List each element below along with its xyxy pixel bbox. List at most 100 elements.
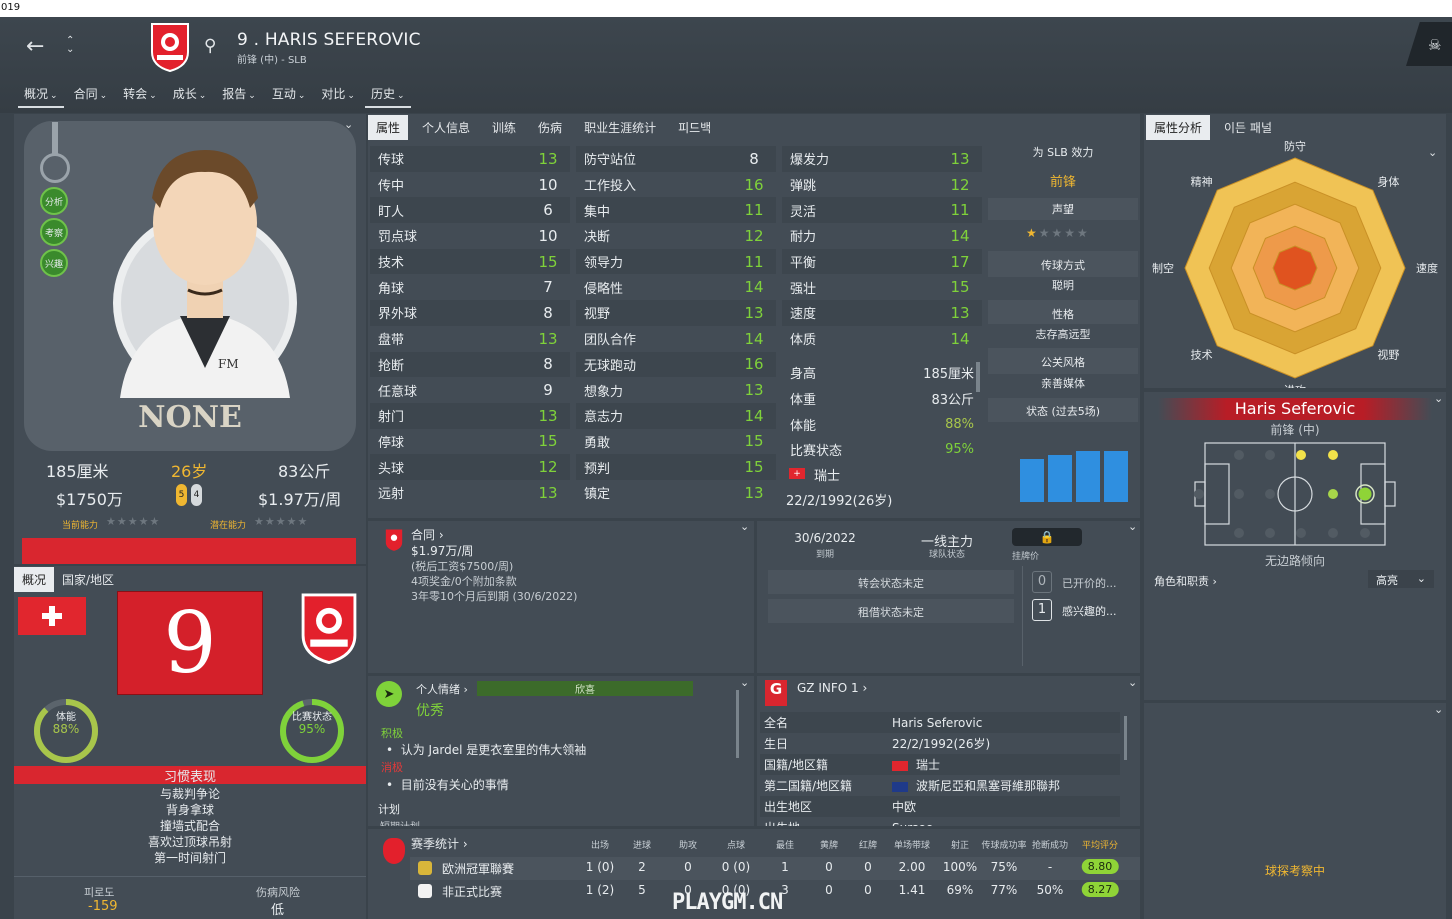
attribute-row[interactable]: 头球 12 [370, 454, 570, 480]
tab-attribute-analysis[interactable]: 属性分析 [1146, 115, 1211, 140]
attribute-row[interactable]: 团队合作 14 [576, 326, 776, 352]
menu-compare[interactable]: 对比 ⌄ [315, 84, 361, 108]
arrow-left-icon[interactable]: ← [26, 36, 44, 58]
attribute-row[interactable]: 灵活 11 [782, 197, 982, 224]
skull-icon[interactable]: ☠ [1428, 36, 1441, 54]
attribute-row[interactable]: 勇敢 15 [576, 429, 776, 455]
tab-career-stats[interactable]: 职业生涯统计 [576, 115, 664, 140]
scouting-status: 球探考察中 [1264, 864, 1325, 878]
interest-label[interactable]: 感兴趣的... [1062, 603, 1117, 619]
mood-title[interactable]: 个人情绪 › [416, 681, 468, 697]
menu-transfer[interactable]: 转会 ⌄ [117, 84, 163, 108]
season-column-header[interactable]: 红牌 [859, 838, 877, 851]
attribute-row[interactable]: 防守站位 8 [576, 146, 776, 172]
season-column-header[interactable]: 射正 [951, 838, 969, 851]
attribute-name: 强壮 [790, 281, 817, 297]
attribute-row[interactable]: 领导力 11 [576, 248, 776, 275]
attribute-row[interactable]: 想象力 13 [576, 377, 776, 403]
attribute-row[interactable]: 平衡 17 [782, 248, 982, 275]
tab-injuries[interactable]: 伤病 [530, 115, 570, 140]
tab-overview[interactable]: 概况 [14, 567, 55, 592]
tab-personal-info[interactable]: 个人信息 [414, 115, 478, 140]
attribute-row[interactable]: 视野 13 [576, 300, 776, 326]
contract-title[interactable]: 合同 › [411, 526, 444, 543]
attribute-row[interactable]: 意志力 14 [576, 402, 776, 429]
menu-interaction[interactable]: 互动 ⌄ [266, 84, 312, 108]
attribute-row[interactable]: 远射 13 [370, 480, 570, 506]
season-column-header[interactable]: 单场带球 [894, 838, 930, 851]
attribute-row[interactable]: 技术 15 [370, 248, 570, 275]
medal-icon [40, 153, 70, 183]
season-column-header[interactable]: 进球 [633, 838, 651, 851]
chevron-down-icon[interactable]: ⌄ [1434, 392, 1443, 405]
attribute-row[interactable]: 盘带 13 [370, 326, 570, 352]
gz-title[interactable]: GZ INFO 1 › [797, 681, 867, 695]
attribute-row[interactable]: 传中 10 [370, 172, 570, 198]
menu-reports[interactable]: 报告 ⌄ [216, 84, 262, 108]
season-column-header[interactable]: 抢断成功 [1032, 838, 1068, 851]
season-column-header[interactable]: 助攻 [679, 838, 697, 851]
season-title[interactable]: 赛季统计 › [411, 835, 468, 852]
attribute-row[interactable]: 工作投入 16 [576, 172, 776, 198]
chevron-down-icon[interactable]: ⌄ [740, 676, 749, 689]
attribute-row[interactable]: 无球跑动 16 [576, 351, 776, 378]
menu-contract[interactable]: 合同 ⌄ [68, 84, 114, 108]
scrollbar[interactable] [1124, 716, 1127, 760]
attribute-row[interactable]: 耐力 14 [782, 223, 982, 249]
attribute-row[interactable]: 体质 14 [782, 326, 982, 352]
form-bar [1076, 451, 1100, 502]
attribute-row[interactable]: 预判 15 [576, 454, 776, 480]
attribute-row[interactable]: 抢断 8 [370, 351, 570, 378]
tab-feedback[interactable]: 피드백 [670, 115, 719, 140]
chevron-down-icon[interactable]: ⌄ [1128, 676, 1137, 689]
season-column-header[interactable]: 出场 [591, 838, 609, 851]
attribute-row[interactable]: 强壮 15 [782, 274, 982, 300]
loan-status-button[interactable]: 租借状态未定 [768, 599, 1014, 623]
menu-history[interactable]: 历史 ⌄ [364, 84, 411, 108]
highlight-dropdown[interactable]: 高亮 ⌄ [1368, 570, 1434, 588]
tab-training[interactable]: 训练 [484, 115, 524, 140]
attribute-row[interactable]: 决断 12 [576, 223, 776, 249]
attribute-row[interactable]: 任意球 9 [370, 377, 570, 403]
chevron-down-icon[interactable]: ⌄ [344, 118, 353, 131]
side-button-scout[interactable]: 考察 [40, 218, 68, 246]
attribute-row[interactable]: 盯人 6 [370, 197, 570, 224]
chevron-down-icon[interactable]: ⌄ [740, 520, 749, 533]
attribute-row[interactable]: 镇定 13 [576, 480, 776, 506]
attribute-row[interactable]: 传球 13 [370, 146, 570, 172]
lock-icon[interactable]: 🔒 [1012, 528, 1082, 546]
season-row[interactable]: 欧洲冠軍聯賽 1 (0) 2 0 0 (0) 1 0 0 2.00 100% 75% - 8.80 [410, 857, 1140, 880]
attribute-row[interactable]: 停球 15 [370, 429, 570, 455]
roles-label[interactable]: 角色和职责 › [1154, 573, 1217, 589]
offers-label[interactable]: 已开价的... [1062, 575, 1117, 591]
scrollbar[interactable] [976, 362, 980, 392]
attribute-row[interactable]: 速度 13 [782, 300, 982, 326]
transfer-status-button[interactable]: 转会状态未定 [768, 570, 1014, 594]
season-column-header[interactable]: 传球成功率 [981, 838, 1026, 851]
attribute-row[interactable]: 角球 7 [370, 274, 570, 300]
tab-attributes[interactable]: 属性 [368, 115, 409, 140]
search-icon[interactable]: ⚲ [204, 36, 216, 56]
scrollbar[interactable] [736, 690, 739, 758]
chevron-down-icon[interactable]: ⌄ [1434, 703, 1443, 716]
season-column-header[interactable]: 点球 [727, 838, 745, 851]
menu-overview[interactable]: 概况 ⌄ [18, 84, 64, 108]
attribute-row[interactable]: 侵略性 14 [576, 274, 776, 300]
attribute-row[interactable]: 爆发力 13 [782, 146, 982, 172]
side-button-interest[interactable]: 兴趣 [40, 249, 68, 277]
attribute-row[interactable]: 界外球 8 [370, 300, 570, 326]
attribute-row[interactable]: 弹跳 12 [782, 172, 982, 198]
tab-nation[interactable]: 国家/地区 [54, 567, 122, 592]
chevron-down-icon[interactable]: ⌄ [1128, 520, 1137, 533]
side-button-analysis[interactable]: 分析 [40, 187, 68, 215]
up-down-icon[interactable]: ⌃ ⌄ [66, 36, 74, 55]
attribute-row[interactable]: 射门 13 [370, 402, 570, 429]
season-column-header[interactable]: 最佳 [776, 838, 794, 851]
attribute-row[interactable]: 罚点球 10 [370, 223, 570, 249]
club-crest-icon[interactable] [148, 22, 192, 72]
attribute-row[interactable]: 集中 11 [576, 197, 776, 224]
tab-eden-panel[interactable]: 이든 패널 [1216, 115, 1280, 140]
season-column-header[interactable]: 平均评分 [1082, 838, 1118, 851]
menu-development[interactable]: 成长 ⌄ [167, 84, 213, 108]
season-column-header[interactable]: 黄牌 [820, 838, 838, 851]
